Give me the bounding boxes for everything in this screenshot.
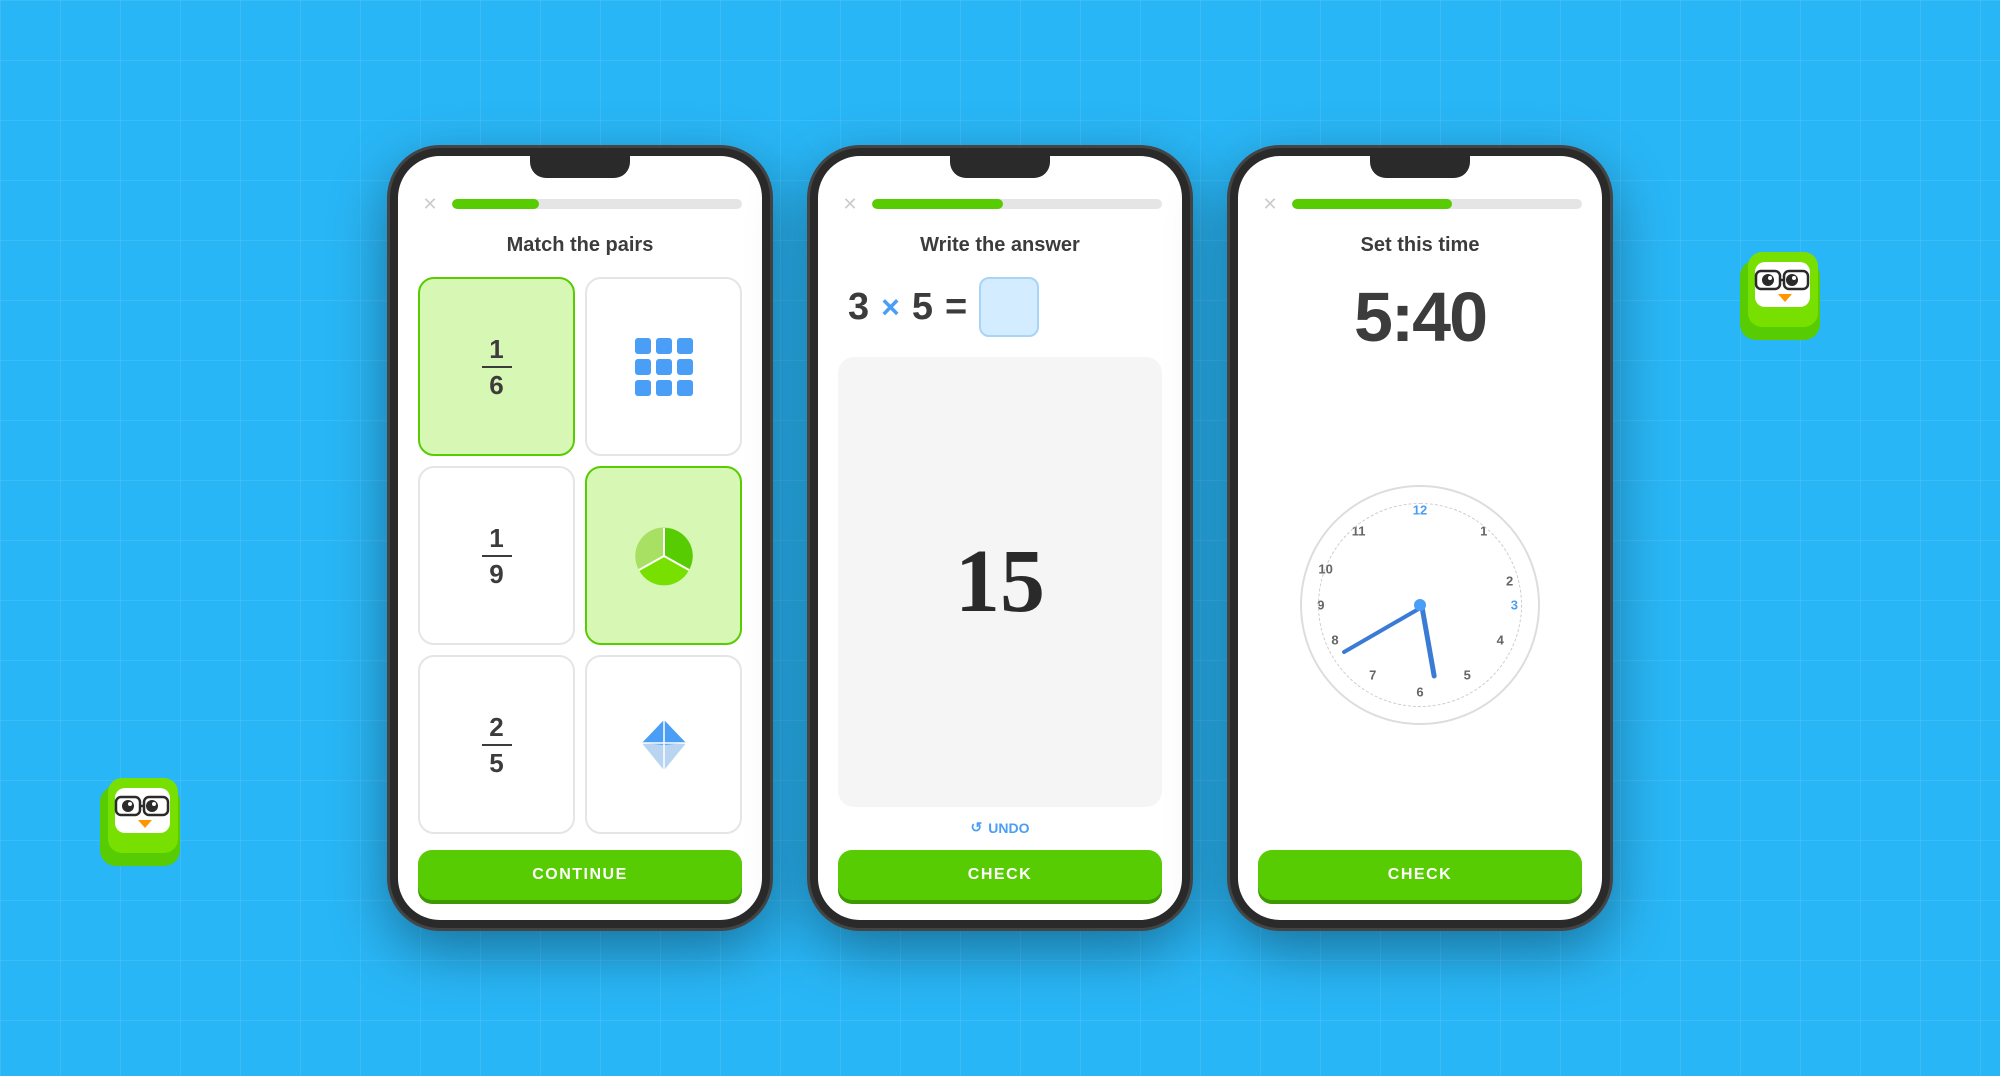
phone-notch-1 [530,156,630,178]
time-display: 5:40 [1258,277,1582,357]
phone-match-pairs: ✕ Match the pairs 1 6 [390,148,770,928]
match-card-fraction-1-6[interactable]: 1 6 [418,277,575,456]
eq-op: × [881,289,900,326]
eq-num2: 5 [912,286,933,329]
match-card-fraction-1-9[interactable]: 1 9 [418,466,575,645]
kite-icon [634,715,694,775]
screen-title-2: Write the answer [838,234,1162,257]
check-button-2[interactable]: CHECK [838,850,1162,900]
check-button-3[interactable]: CHECK [1258,850,1582,900]
phone-notch-2 [950,156,1050,178]
dot [635,338,651,354]
eq-num1: 3 [848,286,869,329]
progress-bar-fill-1 [452,199,539,209]
fraction-1-9: 1 9 [482,525,512,587]
progress-bar-bg-3 [1292,199,1582,209]
dot [677,359,693,375]
match-card-fraction-2-5[interactable]: 2 5 [418,655,575,834]
clock-circle: 12 1 2 3 4 5 6 7 8 [1300,485,1540,725]
answer-input-box[interactable] [979,277,1039,337]
match-card-dotgrid[interactable] [585,277,742,456]
continue-button[interactable]: CONTinUe [418,850,742,900]
dot-grid [635,338,693,396]
phone-notch-3 [1370,156,1470,178]
dot [656,338,672,354]
dot [656,359,672,375]
equation-row: 3 × 5 = [838,277,1162,337]
close-button-1[interactable]: ✕ [418,192,442,216]
close-button-2[interactable]: ✕ [838,192,862,216]
dot [677,380,693,396]
mascot-cube-right [1730,240,1840,350]
phone-write-answer: ✕ Write the answer 3 × 5 = 15 ↺ UNDO CHE… [810,148,1190,928]
pie-chart-icon [634,526,694,586]
match-card-kite[interactable] [585,655,742,834]
top-bar-1: ✕ [418,192,742,216]
progress-bar-fill-3 [1292,199,1452,209]
progress-bar-bg-2 [872,199,1162,209]
drawn-number: 15 [955,537,1045,627]
phone-set-time: ✕ Set this time 5:40 12 1 2 3 [1230,148,1610,928]
dot [677,338,693,354]
top-bar-2: ✕ [838,192,1162,216]
clock-center-dot [1414,599,1426,611]
dot [656,380,672,396]
clock-container: 12 1 2 3 4 5 6 7 8 [1258,373,1582,836]
undo-label: UNDO [988,820,1029,836]
drawing-canvas[interactable]: 15 [838,357,1162,807]
match-grid: 1 6 [418,277,742,834]
eq-equals: = [945,286,967,329]
match-card-pie[interactable] [585,466,742,645]
undo-row[interactable]: ↺ UNDO [838,819,1162,836]
undo-icon: ↺ [971,819,983,836]
top-bar-3: ✕ [1258,192,1582,216]
close-button-3[interactable]: ✕ [1258,192,1282,216]
fraction-2-5: 2 5 [482,714,512,776]
screen-title-1: Match the pairs [418,234,742,257]
mascot-cube-left [90,766,200,876]
fraction-1-6: 1 6 [482,336,512,398]
dot [635,359,651,375]
screen-title-3: Set this time [1258,234,1582,257]
clock-face[interactable]: 12 1 2 3 4 5 6 7 8 [1300,485,1540,725]
progress-bar-bg-1 [452,199,742,209]
dot [635,380,651,396]
progress-bar-fill-2 [872,199,1003,209]
